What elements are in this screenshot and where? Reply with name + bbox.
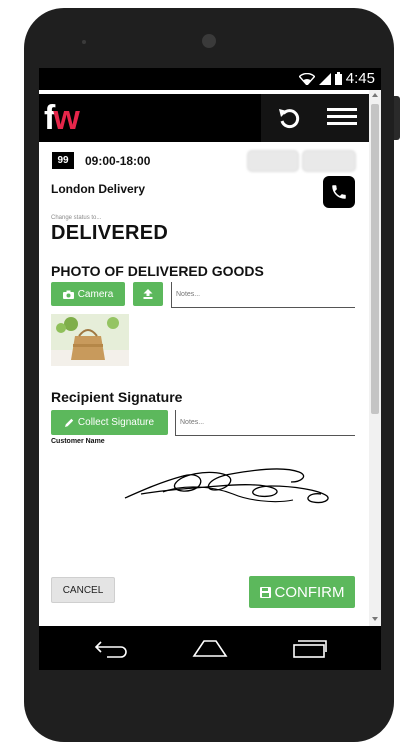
customer-name-label: Customer Name [51,438,105,445]
scroll-thumb[interactable] [371,104,379,414]
pencil-icon [64,418,74,427]
confirm-button[interactable]: CONFIRM [249,576,355,608]
status-bar: 4:45 [39,68,381,90]
signature-section-title: Recipient Signature [51,389,183,405]
camera-icon [62,290,74,299]
wifi-icon [298,72,315,85]
job-number-badge: 99 [52,152,74,169]
app-header: fw [39,94,369,142]
refresh-button[interactable] [275,104,303,132]
upload-button[interactable] [133,282,163,306]
cancel-button[interactable]: CANCEL [51,577,115,603]
battery-icon [334,72,342,85]
save-icon [259,586,271,598]
signature-notes-input[interactable] [175,410,355,436]
phone-side-button [394,96,400,140]
delivered-goods-photo[interactable] [51,314,129,366]
phone-screen: 4:45 fw 99 09:00-18:00 London Delivery C… [39,68,381,670]
home-icon[interactable] [191,638,229,658]
photo-notes-input[interactable] [171,282,355,308]
recent-apps-icon[interactable] [291,638,329,658]
back-icon[interactable] [93,638,129,658]
front-camera [202,34,216,48]
time-window: 09:00-18:00 [85,154,151,168]
scroll-up-arrow[interactable] [372,93,378,97]
hamburger-menu-icon [327,108,357,111]
photo-section-title: PHOTO OF DELIVERED GOODS [51,263,264,279]
header-actions [261,94,369,142]
status-select[interactable]: DELIVERED [51,222,168,245]
signal-icon [318,72,331,85]
fw-logo: fw [44,99,80,137]
reference-field [302,150,356,172]
camera-button[interactable]: Camera [51,282,125,306]
scroll-down-arrow[interactable] [372,617,378,621]
android-nav-bar [39,626,381,670]
job-detail: 99 09:00-18:00 London Delivery Change st… [39,142,369,626]
call-button[interactable] [323,176,355,208]
phone-icon [332,185,346,199]
menu-button[interactable] [327,104,357,132]
status-caption: Change status to... [51,215,102,221]
date-field [247,150,299,172]
job-title: London Delivery [51,182,146,196]
signature-drawing [124,468,329,504]
collect-signature-button[interactable]: Collect Signature [51,410,168,435]
upload-icon [143,289,153,299]
refresh-icon [279,109,300,129]
scrollbar[interactable] [369,90,381,626]
phone-sensor [82,40,86,44]
clock: 4:45 [345,70,375,87]
